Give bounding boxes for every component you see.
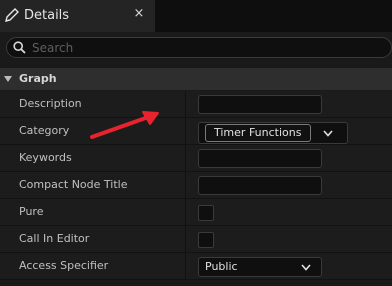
row-category: Category Timer Functions xyxy=(0,118,392,145)
tab-bar: Details × xyxy=(0,0,392,32)
category-combo[interactable]: Timer Functions xyxy=(198,122,348,144)
row-label: Description xyxy=(19,97,82,110)
search-icon xyxy=(13,41,26,54)
tab-title: Details xyxy=(24,8,70,23)
keywords-field[interactable] xyxy=(198,149,322,168)
row-label: Call In Editor xyxy=(19,232,90,245)
search-input[interactable] xyxy=(32,39,382,56)
chevron-down-icon[interactable] xyxy=(301,264,311,271)
column-divider[interactable] xyxy=(185,226,186,253)
search-box[interactable] xyxy=(6,37,392,58)
column-divider[interactable] xyxy=(185,145,186,172)
column-divider[interactable] xyxy=(185,253,186,280)
column-divider[interactable] xyxy=(185,172,186,199)
row-label: Pure xyxy=(19,205,44,218)
pencil-icon xyxy=(5,8,19,22)
access-specifier-combo[interactable]: Public xyxy=(198,257,322,277)
section-graph-header[interactable]: Graph xyxy=(0,68,392,90)
row-label: Keywords xyxy=(19,151,72,164)
access-specifier-value: Public xyxy=(205,260,238,273)
row-keywords: Keywords xyxy=(0,145,392,172)
description-field[interactable] xyxy=(198,95,322,114)
chevron-down-icon[interactable] xyxy=(323,130,333,137)
close-icon[interactable]: × xyxy=(133,7,145,21)
row-description: Description xyxy=(0,91,392,118)
pure-checkbox[interactable] xyxy=(198,205,214,221)
row-pure: Pure xyxy=(0,199,392,226)
chevron-down-icon xyxy=(4,76,12,82)
column-divider[interactable] xyxy=(185,91,186,118)
column-divider[interactable] xyxy=(185,199,186,226)
row-label: Compact Node Title xyxy=(19,178,128,191)
tab-details[interactable]: Details × xyxy=(0,0,155,32)
row-access-specifier: Access Specifier Public xyxy=(0,253,392,280)
row-label: Access Specifier xyxy=(19,259,109,272)
row-call-in-editor: Call In Editor xyxy=(0,226,392,253)
category-value-text: Timer Functions xyxy=(214,126,302,139)
category-value[interactable]: Timer Functions xyxy=(205,124,311,142)
row-compact-node-title: Compact Node Title xyxy=(0,172,392,199)
row-label: Category xyxy=(19,124,70,137)
section-title: Graph xyxy=(19,72,57,85)
compact-node-title-field[interactable] xyxy=(198,176,322,195)
column-divider[interactable] xyxy=(185,118,186,145)
call-in-editor-checkbox[interactable] xyxy=(198,232,214,248)
